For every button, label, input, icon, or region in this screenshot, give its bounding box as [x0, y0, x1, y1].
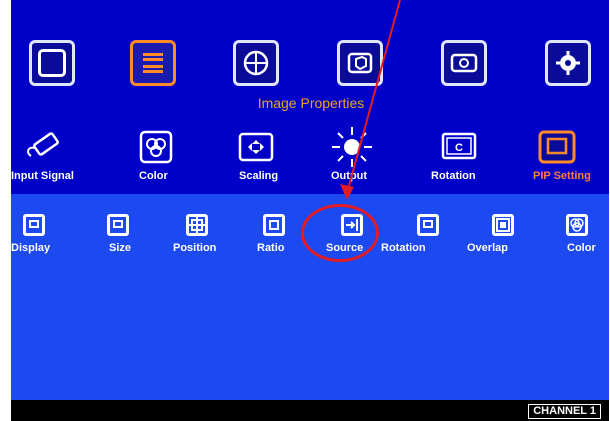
image-properties-icon[interactable] [130, 40, 176, 86]
channel-indicator: CHANNEL 1 [528, 404, 601, 419]
pip-item-ratio[interactable]: Ratio [257, 242, 285, 254]
gear-glyph [556, 51, 580, 75]
overlap-icon[interactable] [492, 214, 514, 236]
pip-item-rotation[interactable]: Rotation [381, 242, 426, 254]
overlap-glyph [496, 218, 510, 232]
image-properties-glyph [143, 53, 163, 73]
pip-item-size[interactable]: Size [109, 242, 131, 254]
display-icon[interactable] [23, 214, 45, 236]
color-icon[interactable] [566, 214, 588, 236]
sub-item-input-signal[interactable]: Input Signal [11, 170, 74, 182]
sub-item-pip-setting[interactable]: PIP Setting [533, 170, 591, 182]
globe-icon[interactable] [233, 40, 279, 86]
ratio-inner [269, 220, 279, 230]
globe-glyph [243, 50, 269, 76]
cube-icon[interactable] [337, 40, 383, 86]
pip-setting-icon[interactable] [538, 130, 576, 164]
display-glyph [450, 53, 478, 73]
status-bar: CHANNEL 1 [11, 400, 609, 421]
pip-item-overlap[interactable]: Overlap [467, 242, 508, 254]
scaling-icon[interactable] [238, 130, 274, 164]
color-icon[interactable] [139, 130, 173, 164]
pip-item-color[interactable]: Color [567, 242, 596, 254]
sub-item-scaling[interactable]: Scaling [239, 170, 278, 182]
usb-cable-icon[interactable] [23, 128, 69, 162]
sub-item-color[interactable]: Color [139, 170, 168, 182]
sun-icon[interactable] [330, 125, 374, 169]
sub-item-output[interactable]: Output [331, 170, 367, 182]
position-glyph [189, 217, 205, 233]
gear-icon[interactable] [545, 40, 591, 86]
svg-text:C: C [455, 142, 463, 154]
position-icon[interactable] [186, 214, 208, 236]
palette-icon[interactable] [29, 40, 75, 86]
main-menu-panel: Image Properties Input Signal Color Scal… [11, 0, 609, 194]
sub-item-rotation[interactable]: Rotation [431, 170, 476, 182]
display-icon[interactable] [441, 40, 487, 86]
size-inner [113, 220, 123, 228]
rotation-inner [423, 220, 433, 228]
size-icon[interactable] [107, 214, 129, 236]
display-inner [29, 220, 39, 228]
annotation-circle [301, 204, 379, 262]
rotation-icon[interactable] [417, 214, 439, 236]
palette-glyph [38, 49, 66, 77]
section-title: Image Properties [257, 95, 365, 111]
ratio-icon[interactable] [263, 214, 285, 236]
color-glyph [570, 218, 584, 232]
cube-glyph [347, 52, 373, 74]
pip-item-display[interactable]: Display [11, 242, 50, 254]
osd-screen: Image Properties Input Signal Color Scal… [11, 0, 609, 421]
pip-item-position[interactable]: Position [173, 242, 216, 254]
rotation-icon[interactable]: C [441, 132, 477, 162]
